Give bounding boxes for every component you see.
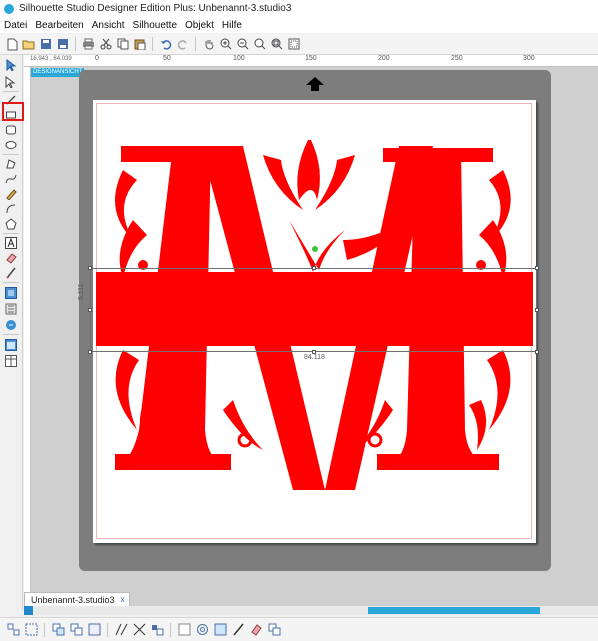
save-as-icon[interactable]: [56, 37, 70, 51]
scroll-thumb[interactable]: [368, 607, 540, 614]
zoom-in-icon[interactable]: [219, 37, 233, 51]
eraser-tool-icon[interactable]: [249, 623, 263, 637]
single-pane-icon[interactable]: [4, 338, 18, 352]
active-tool-highlight: [2, 102, 24, 121]
horizontal-scrollbar[interactable]: [24, 606, 598, 615]
compound-icon[interactable]: [51, 623, 65, 637]
rotate-handle[interactable]: [312, 246, 318, 252]
text-icon[interactable]: [4, 236, 18, 250]
knife-icon[interactable]: [4, 266, 18, 280]
release-compound-icon[interactable]: [69, 623, 83, 637]
select-icon[interactable]: [4, 58, 18, 72]
new-icon[interactable]: [5, 37, 19, 51]
copy-icon[interactable]: [116, 37, 130, 51]
ruler-label: 300: [523, 55, 535, 62]
title-bar: Silhouette Studio Designer Edition Plus:…: [0, 0, 598, 17]
menu-ansicht[interactable]: Ansicht: [88, 20, 129, 31]
scroll-left-icon[interactable]: [24, 606, 33, 615]
print-icon[interactable]: [82, 37, 96, 51]
arc-icon[interactable]: [4, 202, 18, 216]
rounded-rectangle-icon[interactable]: [4, 123, 18, 137]
ruler-label: 0: [95, 55, 99, 62]
resize-handle[interactable]: [535, 266, 539, 270]
duplicate-icon[interactable]: [267, 623, 281, 637]
design-view-label: DESIGNANSICHT: [31, 68, 85, 77]
trace-icon[interactable]: [177, 623, 191, 637]
point-edit-icon[interactable]: [4, 75, 18, 89]
zoom-drag-icon[interactable]: [253, 37, 267, 51]
eraser-icon[interactable]: [4, 251, 18, 265]
freehand-icon[interactable]: [4, 187, 18, 201]
save-icon[interactable]: [39, 37, 53, 51]
paste-icon[interactable]: [133, 37, 147, 51]
regular-polygon-icon[interactable]: [4, 217, 18, 231]
bottom-toolbar: [0, 617, 598, 641]
ungroup-icon[interactable]: [24, 623, 38, 637]
silhouette-logo-icon: [4, 3, 14, 14]
open-icon[interactable]: [22, 37, 36, 51]
selection-box[interactable]: [90, 268, 537, 352]
ruler-label: 150: [305, 55, 317, 62]
offset-icon[interactable]: [150, 623, 164, 637]
left-tool-palette: [0, 55, 23, 610]
resize-handle[interactable]: [88, 350, 92, 354]
menu-objekt[interactable]: Objekt: [181, 20, 218, 31]
resize-handle[interactable]: [88, 266, 92, 270]
undo-icon[interactable]: [159, 37, 173, 51]
ellipse-icon[interactable]: [4, 138, 18, 152]
close-icon[interactable]: x: [121, 593, 125, 607]
main-toolbar: [0, 34, 598, 55]
selection-height-label: 5.111: [78, 283, 85, 300]
library-icon[interactable]: [4, 302, 18, 316]
resize-handle[interactable]: [312, 266, 316, 270]
resize-handle[interactable]: [535, 350, 539, 354]
menu-hilfe[interactable]: Hilfe: [218, 20, 246, 31]
resize-handle[interactable]: [535, 308, 539, 312]
group-icon[interactable]: [6, 623, 20, 637]
curve-icon[interactable]: [4, 172, 18, 186]
hand-icon[interactable]: [202, 37, 216, 51]
grid-icon[interactable]: [4, 286, 18, 300]
replicate-icon[interactable]: [195, 623, 209, 637]
resize-handle[interactable]: [88, 308, 92, 312]
store-icon[interactable]: [4, 318, 18, 332]
bring-front-icon[interactable]: [87, 623, 101, 637]
split-pane-icon[interactable]: [4, 354, 18, 368]
redo-icon[interactable]: [176, 37, 190, 51]
menu-datei[interactable]: Datei: [0, 20, 31, 31]
zoom-page-icon[interactable]: [287, 37, 301, 51]
cut-icon[interactable]: [99, 37, 113, 51]
ruler-label: 100: [233, 55, 245, 62]
document-tab-bar: Unbenannt-3.studio3 x: [24, 588, 598, 607]
left-ruler: [24, 67, 31, 607]
zoom-fit-icon[interactable]: [270, 37, 284, 51]
ruler-label: 200: [378, 55, 390, 62]
ruler-readout: 16.943 , 84.039: [30, 56, 72, 62]
menu-bearbeiten[interactable]: Bearbeiten: [31, 20, 87, 31]
document-tab-label: Unbenannt-3.studio3: [31, 595, 115, 605]
nest-icon[interactable]: [213, 623, 227, 637]
menu-silhouette[interactable]: Silhouette: [129, 20, 181, 31]
knife-tool-icon[interactable]: [231, 623, 245, 637]
window-title: Silhouette Studio Designer Edition Plus:…: [19, 3, 292, 14]
top-ruler: 16.943 , 84.039 0 50 100 150 200 250 300: [24, 55, 598, 67]
send-back-icon[interactable]: [114, 623, 128, 637]
ruler-label: 50: [163, 55, 171, 62]
weld-icon[interactable]: [132, 623, 146, 637]
document-tab[interactable]: Unbenannt-3.studio3 x: [24, 592, 130, 607]
ruler-label: 250: [451, 55, 463, 62]
feed-direction-arrow-icon: [305, 76, 325, 95]
polygon-icon[interactable]: [4, 157, 18, 171]
zoom-out-icon[interactable]: [236, 37, 250, 51]
menu-bar: Datei Bearbeiten Ansicht Silhouette Obje…: [0, 17, 598, 33]
selection-width-label: 84.118: [304, 354, 325, 361]
